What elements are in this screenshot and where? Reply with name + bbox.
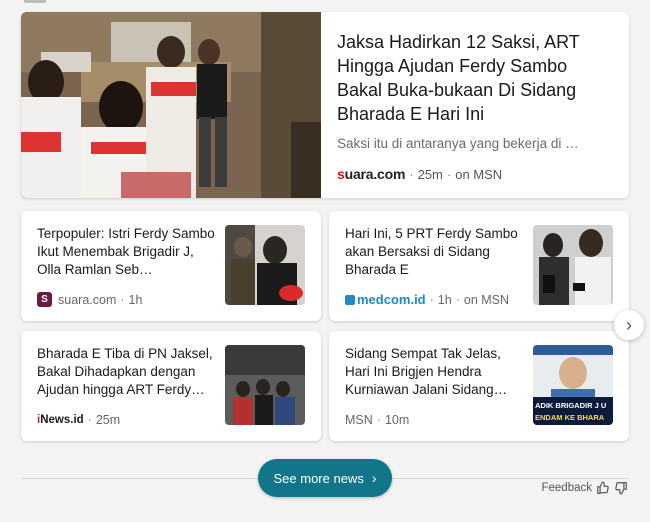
news-card-source: MSN · 10m — [345, 413, 410, 427]
thumb-caption-line-2: ENDAM KE BHARA — [535, 413, 605, 422]
hero-via: on MSN — [455, 166, 503, 182]
suara-logo: suara.com — [337, 166, 406, 182]
news-card-source: iNews.id · 25m — [37, 413, 121, 427]
thumb-caption-line-1: ADIK BRIGADIR J U — [535, 401, 606, 410]
news-card-thumbnail — [225, 225, 305, 305]
news-card[interactable]: Hari Ini, 5 PRT Ferdy Sambo akan Bersaks… — [329, 211, 629, 321]
news-card-title[interactable]: Hari Ini, 5 PRT Ferdy Sambo akan Bersaks… — [345, 225, 529, 279]
hero-body: Jaksa Hadirkan 12 Saksi, ART Hingga Ajud… — [337, 30, 615, 186]
news-card-title[interactable]: Bharada E Tiba di PN Jaksel, Bakal Dihad… — [37, 345, 221, 399]
thumbs-up-icon[interactable] — [596, 481, 610, 495]
news-card[interactable]: Bharada E Tiba di PN Jaksel, Bakal Dihad… — [21, 331, 321, 441]
next-page-button[interactable]: › — [614, 310, 644, 340]
see-more-news-button[interactable]: See more news › — [258, 459, 392, 497]
news-card-thumbnail: ADIK BRIGADIR J U ENDAM KE BHARA — [533, 345, 613, 425]
suara-favicon: S — [37, 292, 52, 307]
hero-image — [21, 12, 321, 198]
hero-snippet: Saksi itu di antaranya yang bekerja di … — [337, 136, 579, 151]
hero-source: suara.com · 25m · on MSN — [337, 166, 503, 182]
hero-news-card[interactable]: Jaksa Hadirkan 12 Saksi, ART Hingga Ajud… — [21, 12, 629, 198]
hero-title[interactable]: Jaksa Hadirkan 12 Saksi, ART Hingga Ajud… — [337, 30, 615, 126]
news-card-title[interactable]: Sidang Sempat Tak Jelas, Hari Ini Brigje… — [345, 345, 529, 399]
feedback: Feedback — [541, 481, 628, 495]
feedback-label[interactable]: Feedback — [541, 482, 592, 494]
news-card-source: S suara.com · 1h — [37, 292, 142, 307]
news-card-thumbnail — [225, 345, 305, 425]
hero-time: 25m — [417, 166, 443, 182]
news-card-source: medcom.id · 1h · on MSN — [345, 292, 509, 307]
medcom-logo: medcom.id — [345, 292, 426, 307]
news-card-title[interactable]: Terpopuler: Istri Ferdy Sambo Ikut Menem… — [37, 225, 221, 279]
news-card[interactable]: Sidang Sempat Tak Jelas, Hari Ini Brigje… — [329, 331, 629, 441]
chevron-right-icon: › — [626, 314, 632, 335]
news-card[interactable]: Terpopuler: Istri Ferdy Sambo Ikut Menem… — [21, 211, 321, 321]
news-card-thumbnail — [533, 225, 613, 305]
scroll-indicator — [24, 0, 46, 3]
thumbs-down-icon[interactable] — [614, 481, 628, 495]
inews-logo: iNews.id — [37, 414, 84, 426]
chevron-right-icon: › — [371, 470, 377, 486]
